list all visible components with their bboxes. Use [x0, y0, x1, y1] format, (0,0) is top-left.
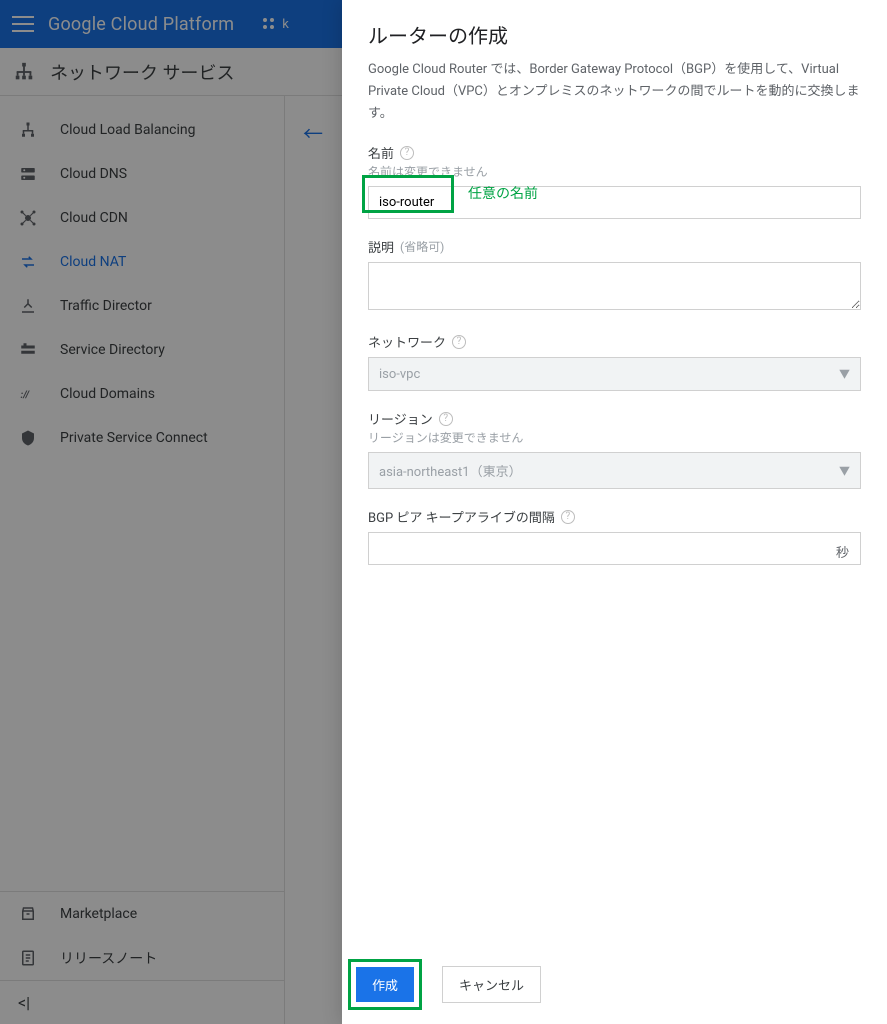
- product-name: Google Cloud Platform: [48, 14, 234, 35]
- project-selector[interactable]: k: [262, 17, 289, 32]
- name-input[interactable]: [368, 186, 861, 219]
- help-icon[interactable]: ?: [561, 510, 575, 524]
- network-services-icon: [10, 58, 38, 86]
- region-select[interactable]: asia-northeast1（東京） ▼: [368, 452, 861, 489]
- caret-down-icon: ▼: [839, 463, 850, 479]
- dns-icon: [18, 164, 38, 184]
- page-title: ネットワーク サービス: [50, 59, 234, 85]
- sidebar-item-label: リリースノート: [60, 948, 157, 968]
- back-arrow-icon[interactable]: ←: [303, 118, 323, 147]
- panel-title: ルーターの作成: [368, 20, 861, 49]
- bgp-unit: 秒: [836, 542, 849, 561]
- sidebar-item-nat[interactable]: Cloud NAT: [0, 240, 284, 284]
- desc-label: 説明: [368, 237, 394, 256]
- bgp-label: BGP ピア キープアライブの間隔: [368, 507, 555, 526]
- name-hint: 名前は変更できません: [368, 163, 861, 180]
- sidebar-item-label: Cloud Domains: [60, 386, 155, 402]
- release-notes-icon: [18, 948, 38, 968]
- sidebar-item-psc[interactable]: Private Service Connect: [0, 416, 284, 460]
- nat-icon: [18, 252, 38, 272]
- region-hint: リージョンは変更できません: [368, 429, 861, 446]
- sidebar-item-label: Private Service Connect: [60, 430, 208, 446]
- cancel-button[interactable]: キャンセル: [442, 966, 541, 1003]
- sidebar-item-load-balancing[interactable]: Cloud Load Balancing: [0, 108, 284, 152]
- svg-text:://: ://: [21, 390, 31, 401]
- sidebar-item-service-directory[interactable]: Service Directory: [0, 328, 284, 372]
- load-balancing-icon: [18, 120, 38, 140]
- region-label: リージョン: [368, 409, 433, 428]
- marketplace-icon: [18, 904, 38, 924]
- service-directory-icon: [18, 340, 38, 360]
- desc-optional: (省略可): [400, 238, 444, 255]
- sidebar-item-label: Cloud DNS: [60, 166, 127, 182]
- create-button[interactable]: 作成: [356, 967, 414, 1002]
- sidebar-item-label: Cloud Load Balancing: [60, 122, 196, 138]
- sidebar-item-release-notes[interactable]: リリースノート: [0, 936, 284, 980]
- project-name: k: [282, 17, 289, 32]
- traffic-icon: [18, 296, 38, 316]
- sidebar-item-marketplace[interactable]: Marketplace: [0, 892, 284, 936]
- bgp-keepalive-input[interactable]: [368, 532, 861, 565]
- sidebar-item-traffic-director[interactable]: Traffic Director: [0, 284, 284, 328]
- sidebar-item-cdn[interactable]: Cloud CDN: [0, 196, 284, 240]
- create-router-panel: ルーターの作成 Google Cloud Router では、Border Ga…: [342, 0, 887, 1024]
- help-icon[interactable]: ?: [452, 335, 466, 349]
- highlight-create: 作成: [348, 959, 422, 1010]
- sidebar-collapse[interactable]: <|: [0, 980, 284, 1024]
- help-icon[interactable]: ?: [400, 146, 414, 160]
- sidebar-item-label: Cloud CDN: [60, 210, 128, 226]
- collapse-icon: <|: [18, 993, 30, 1012]
- network-value: iso-vpc: [379, 367, 420, 382]
- cdn-icon: [18, 208, 38, 228]
- sidebar-item-label: Marketplace: [60, 906, 137, 922]
- caret-down-icon: ▼: [839, 366, 850, 382]
- network-select[interactable]: iso-vpc ▼: [368, 357, 861, 391]
- sidebar-item-domains[interactable]: :// Cloud Domains: [0, 372, 284, 416]
- project-dots-icon: [262, 17, 276, 31]
- sidebar-item-label: Cloud NAT: [60, 254, 126, 270]
- sidebar-item-label: Traffic Director: [60, 298, 152, 314]
- sidebar: Cloud Load Balancing Cloud DNS Cloud CDN…: [0, 96, 285, 1024]
- sidebar-item-dns[interactable]: Cloud DNS: [0, 152, 284, 196]
- description-input[interactable]: [368, 262, 861, 310]
- menu-icon[interactable]: [12, 16, 34, 32]
- name-label: 名前: [368, 143, 394, 162]
- annotation-name: 任意の名前: [468, 183, 538, 203]
- panel-description: Google Cloud Router では、Border Gateway Pr…: [368, 59, 861, 125]
- network-label: ネットワーク: [368, 332, 446, 351]
- help-icon[interactable]: ?: [439, 412, 453, 426]
- psc-icon: [18, 428, 38, 448]
- domains-icon: ://: [18, 384, 38, 404]
- sidebar-item-label: Service Directory: [60, 342, 165, 358]
- region-value: asia-northeast1（東京）: [379, 461, 522, 480]
